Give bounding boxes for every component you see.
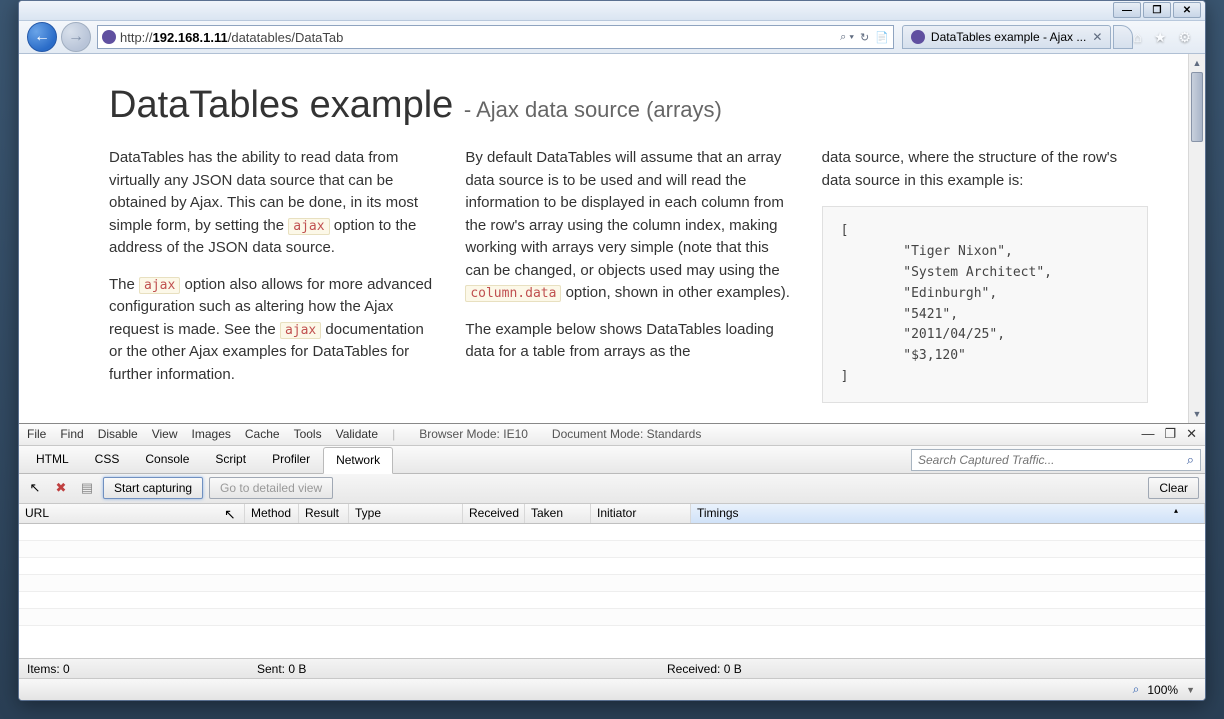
network-table-body xyxy=(19,524,1205,658)
restore-button[interactable]: ❐ xyxy=(1143,2,1171,18)
home-icon[interactable]: ⌂ xyxy=(1133,29,1141,46)
tab-favicon xyxy=(911,30,925,44)
devtools-search[interactable]: ⌕ xyxy=(911,449,1201,471)
site-icon xyxy=(102,30,116,44)
table-row xyxy=(19,524,1205,541)
code-block: [ "Tiger Nixon", "System Architect", "Ed… xyxy=(822,206,1148,402)
devtools-undock-icon[interactable]: ❐ xyxy=(1164,426,1176,442)
code-column-data: column.data xyxy=(465,285,561,302)
clear-button[interactable]: Clear xyxy=(1148,477,1199,499)
col-taken[interactable]: Taken xyxy=(525,504,591,523)
minimize-button[interactable]: — xyxy=(1113,2,1141,18)
detailed-view-button[interactable]: Go to detailed view xyxy=(209,477,333,499)
table-row xyxy=(19,558,1205,575)
browser-statusbar: ⌕ 100% ▼ xyxy=(19,678,1205,700)
tab-script[interactable]: Script xyxy=(202,446,259,473)
menu-tools[interactable]: Tools xyxy=(294,427,322,441)
col-type[interactable]: Type xyxy=(349,504,463,523)
code-ajax: ajax xyxy=(288,218,329,235)
tab-html[interactable]: HTML xyxy=(23,446,82,473)
clear-session-icon[interactable]: ✖ xyxy=(51,478,71,498)
search-icon[interactable]: ⌕ ▾ xyxy=(840,31,854,44)
browser-mode[interactable]: Browser Mode: IE10 xyxy=(419,427,528,441)
table-row xyxy=(19,575,1205,592)
tab-profiler[interactable]: Profiler xyxy=(259,446,323,473)
devtools-statusbar: Items: 0 Sent: 0 B Received: 0 B xyxy=(19,658,1205,678)
code-ajax: ajax xyxy=(280,322,321,339)
tab-console[interactable]: Console xyxy=(132,446,202,473)
devtools-menubar: File Find Disable View Images Cache Tool… xyxy=(19,424,1205,446)
status-received: Received: 0 B xyxy=(667,662,747,676)
title-bar: — ❐ ✕ xyxy=(19,1,1205,21)
devtools-close-icon[interactable]: ✕ xyxy=(1186,426,1197,442)
col-url[interactable]: URL xyxy=(19,504,245,523)
devtools-tabs: HTML CSS Console Script Profiler Network… xyxy=(19,446,1205,474)
browser-tools: ⌂ ★ ⚙ xyxy=(1133,29,1199,46)
menu-find[interactable]: Find xyxy=(60,427,83,441)
search-icon[interactable]: ⌕ xyxy=(1187,452,1194,468)
tab-close-icon[interactable]: ✕ xyxy=(1092,30,1102,44)
scroll-up-icon[interactable]: ▲ xyxy=(1189,54,1205,71)
tab-css[interactable]: CSS xyxy=(82,446,133,473)
column-right: data source, where the structure of the … xyxy=(822,147,1148,402)
status-items: Items: 0 xyxy=(27,662,107,676)
menu-file[interactable]: File xyxy=(27,427,46,441)
forward-button[interactable]: → xyxy=(61,22,91,52)
devtools-toolbar: ↖ ✖ ▤ Start capturing Go to detailed vie… xyxy=(19,474,1205,504)
table-row xyxy=(19,609,1205,626)
scroll-down-icon[interactable]: ▼ xyxy=(1189,406,1205,423)
network-table-header: URL Method Result Type Received Taken In… xyxy=(19,504,1205,524)
page-content: DataTables example - Ajax data source (a… xyxy=(19,54,1188,422)
refresh-icon[interactable]: ↻ xyxy=(860,31,869,44)
compat-icon[interactable]: 📄 xyxy=(875,31,889,44)
tab-strip: DataTables example - Ajax ... ✕ xyxy=(902,25,1133,49)
status-sent: Sent: 0 B xyxy=(257,662,337,676)
menu-view[interactable]: View xyxy=(152,427,178,441)
scroll-thumb[interactable] xyxy=(1191,72,1203,142)
column-left: DataTables has the ability to read data … xyxy=(109,147,435,402)
content-frame: DataTables example - Ajax data source (a… xyxy=(19,54,1205,422)
select-element-icon[interactable]: ↖ xyxy=(25,478,45,498)
col-timings[interactable]: Timings▴ xyxy=(691,504,1205,523)
url-text: http://192.168.1.11/datatables/DataTab xyxy=(120,30,840,45)
devtools-minimize-icon[interactable]: — xyxy=(1141,426,1154,442)
page-title: DataTables example - Ajax data source (a… xyxy=(109,84,1148,127)
url-tools: ⌕ ▾ ↻ 📄 xyxy=(840,31,889,44)
browser-window: — ❐ ✕ ← → http://192.168.1.11/datatables… xyxy=(18,0,1206,701)
col-result[interactable]: Result xyxy=(299,504,349,523)
search-input[interactable] xyxy=(918,453,1187,467)
menu-cache[interactable]: Cache xyxy=(245,427,280,441)
tab-network[interactable]: Network xyxy=(323,447,393,474)
new-tab-button[interactable] xyxy=(1113,25,1133,49)
tab-title: DataTables example - Ajax ... xyxy=(931,30,1086,44)
column-mid: By default DataTables will assume that a… xyxy=(465,147,791,402)
zoom-dropdown-icon[interactable]: ▼ xyxy=(1186,685,1195,695)
zoom-level: 100% xyxy=(1147,683,1178,697)
devtools-panel: File Find Disable View Images Cache Tool… xyxy=(19,423,1205,678)
settings-icon[interactable]: ⚙ xyxy=(1178,29,1191,46)
browser-tab[interactable]: DataTables example - Ajax ... ✕ xyxy=(902,25,1111,49)
table-row xyxy=(19,592,1205,609)
menu-validate[interactable]: Validate xyxy=(336,427,378,441)
save-icon[interactable]: ▤ xyxy=(77,478,97,498)
code-ajax: ajax xyxy=(139,277,180,294)
start-capturing-button[interactable]: Start capturing xyxy=(103,477,203,499)
zoom-icon[interactable]: ⌕ xyxy=(1133,682,1140,697)
col-method[interactable]: Method xyxy=(245,504,299,523)
nav-toolbar: ← → http://192.168.1.11/datatables/DataT… xyxy=(19,21,1205,55)
document-mode[interactable]: Document Mode: Standards xyxy=(552,427,701,441)
menu-images[interactable]: Images xyxy=(192,427,231,441)
back-button[interactable]: ← xyxy=(27,22,57,52)
col-received[interactable]: Received xyxy=(463,504,525,523)
table-row xyxy=(19,541,1205,558)
page-subtitle: - Ajax data source (arrays) xyxy=(464,97,722,122)
address-bar[interactable]: http://192.168.1.11/datatables/DataTab ⌕… xyxy=(97,25,894,49)
col-initiator[interactable]: Initiator xyxy=(591,504,691,523)
scrollbar[interactable]: ▲ ▼ xyxy=(1188,54,1205,422)
menu-disable[interactable]: Disable xyxy=(98,427,138,441)
favorites-icon[interactable]: ★ xyxy=(1154,29,1167,46)
close-button[interactable]: ✕ xyxy=(1173,2,1201,18)
